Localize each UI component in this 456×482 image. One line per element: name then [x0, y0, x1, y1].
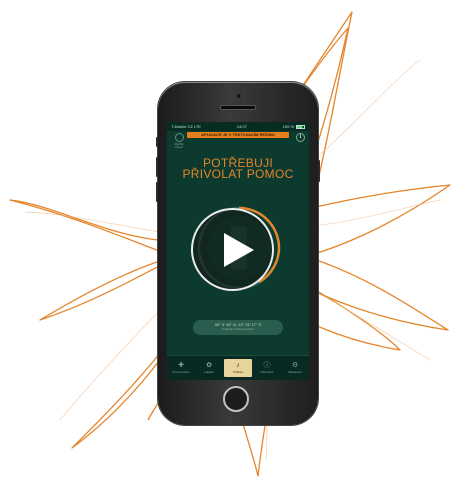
gear-icon: ⚙	[291, 362, 299, 369]
tab-label: Tlačítko	[232, 370, 244, 374]
carrier-info: T-Mobile CZ LTE	[171, 124, 201, 129]
network-label: LTE	[193, 124, 201, 129]
mute-switch	[156, 137, 158, 147]
volume-down-button	[156, 182, 158, 202]
home-button[interactable]	[223, 386, 249, 412]
page-title: POTŘEBUJI PŘIVOLAT POMOC	[167, 157, 309, 181]
tab-first-aid[interactable]: ✚ První pomoc	[167, 356, 195, 380]
battery-percent: 100 %	[282, 124, 294, 129]
tab-label: Lokální	[204, 370, 214, 374]
tab-information[interactable]: ⓘ Informace	[253, 356, 281, 380]
tab-label: První pomoc	[172, 370, 190, 374]
location-box: 50° 5' 48" N, 14° 25' 17" E Poslední zná…	[193, 320, 283, 335]
quick-call-label: Rychlý hovor	[174, 142, 184, 149]
tab-label: Nastavení	[288, 370, 302, 374]
power-button	[318, 160, 320, 182]
location-note: Poslední známá poloha	[222, 327, 254, 331]
first-aid-icon: ✚	[178, 362, 184, 369]
page-title-line-2: PŘIVOLAT POMOC	[182, 167, 294, 181]
location-icon: ✿	[206, 362, 212, 369]
tab-bar: ✚ První pomoc ✿ Lokální ♪ Tlačítko ⓘ Inf…	[167, 355, 309, 380]
front-camera	[236, 93, 242, 99]
phone-icon	[174, 133, 184, 142]
clock: 14:07	[236, 124, 247, 129]
video-play-button[interactable]	[191, 208, 274, 291]
info-button[interactable]: i	[296, 133, 305, 142]
tab-label: Informace	[260, 370, 274, 374]
volume-up-button	[156, 157, 158, 177]
status-right: 100 %	[283, 124, 305, 129]
info-icon: ⓘ	[263, 362, 271, 369]
carrier-label: T-Mobile CZ	[171, 124, 193, 129]
status-bar: T-Mobile CZ LTE 14:07 100 %	[167, 122, 309, 131]
battery-icon	[296, 124, 305, 129]
tab-button[interactable]: ♪ Tlačítko	[224, 359, 252, 377]
test-mode-banner: APLIKACE JE V TESTOVACÍM REŽIMU	[187, 132, 289, 138]
play-icon	[224, 233, 254, 267]
bell-icon: ♪	[236, 362, 240, 369]
tab-local[interactable]: ✿ Lokální	[195, 356, 223, 380]
tab-settings[interactable]: ⚙ Nastavení	[281, 356, 309, 380]
quick-call-button[interactable]: Rychlý hovor	[171, 133, 187, 149]
earpiece-speaker	[220, 105, 256, 110]
